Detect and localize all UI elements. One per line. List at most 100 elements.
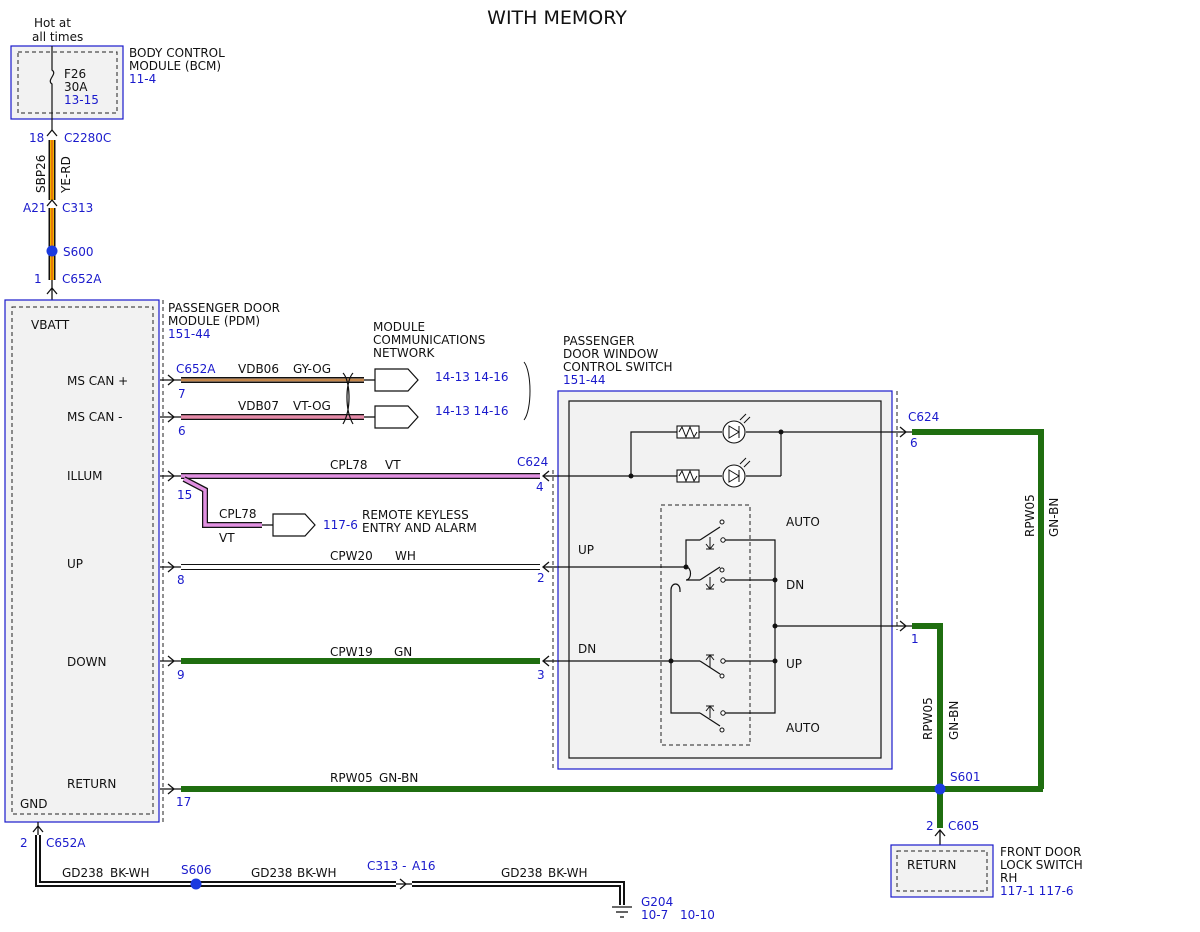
network-label-2: COMMUNICATIONS <box>373 333 485 347</box>
ground-seg1-color: BK-WH <box>110 866 150 880</box>
circuit-vdb07: VDB07 <box>238 399 279 413</box>
switch-pin-6: 6 <box>910 436 918 450</box>
ground-seg1-circuit: GD238 <box>62 866 103 880</box>
connector-c652a-top-label: C652A <box>62 272 102 286</box>
ground-seg3-color: BK-WH <box>548 866 588 880</box>
splice-s606-label: S606 <box>181 863 212 877</box>
fuse-ref: 13-15 <box>64 93 99 107</box>
fuse-id: F26 <box>64 67 86 81</box>
resistor-top-icon <box>676 425 700 439</box>
switch-pin-2: 2 <box>537 571 545 585</box>
network-plus-connector-icon <box>374 368 419 392</box>
switch-right-conn-label: C624 <box>908 410 939 424</box>
schematic-canvas: WITH MEMORY Hot at all times BODY CONTRO… <box>4 7 1083 922</box>
rke-color: VT <box>219 531 235 545</box>
pdm-pin-9: 9 <box>177 668 185 682</box>
pdm-ms-can-plus: MS CAN + <box>67 374 128 388</box>
network-minus-connector-icon <box>374 405 419 429</box>
network-minus-ref: 14-13 14-16 <box>435 404 509 418</box>
switch-dn-label: DN <box>578 642 596 656</box>
splice-s601 <box>934 783 946 795</box>
network-brace-icon <box>523 361 531 421</box>
connector-c313-symbol <box>46 198 58 207</box>
switch-name-3: CONTROL SWITCH <box>563 360 672 374</box>
ground-seg2-color: BK-WH <box>297 866 337 880</box>
fuse-rating: 30A <box>64 80 88 94</box>
color-gn-bn-inner: GN-BN <box>947 701 961 740</box>
ground-inline-pin: A16 <box>412 859 435 873</box>
pdm-ms-can-minus: MS CAN - <box>67 410 123 424</box>
color-gn-bn: GN-BN <box>379 771 418 785</box>
pdm-pin-1: 1 <box>34 272 42 286</box>
connector-c2280c-label: C2280C <box>64 131 111 145</box>
pdm-pin-15: 15 <box>177 488 192 502</box>
network-plus-ref: 14-13 14-16 <box>435 370 509 384</box>
bcm-pin-18: 18 <box>29 131 44 145</box>
rke-label-1: REMOTE KEYLESS <box>362 508 469 522</box>
ground-inline-conn: C313 - <box>367 859 406 873</box>
connector-c2280c-symbol <box>46 128 58 137</box>
lock-name-2: LOCK SWITCH <box>1000 858 1083 872</box>
rke-circuit: CPL78 <box>219 507 257 521</box>
connector-c605-label: C605 <box>948 819 979 833</box>
switch-auto-top-label: AUTO <box>786 515 820 529</box>
pdm-name-1: PASSENGER DOOR <box>168 301 280 315</box>
switch-up-label: UP <box>578 543 594 557</box>
splice-s606 <box>190 878 202 890</box>
switch-pin-3: 3 <box>537 668 545 682</box>
junction-illum <box>628 473 634 479</box>
pdm-gnd: GND <box>20 797 48 811</box>
ground-seg2-circuit: GD238 <box>251 866 292 880</box>
circuit-cpw19: CPW19 <box>330 645 373 659</box>
diagram-title: WITH MEMORY <box>487 7 627 29</box>
bcm-ref: 11-4 <box>129 72 156 86</box>
lock-ref: 117-1 117-6 <box>1000 884 1074 898</box>
color-wh: WH <box>395 549 416 563</box>
pdm-name-2: MODULE (PDM) <box>168 314 260 328</box>
circuit-vdb06: VDB06 <box>238 362 279 376</box>
ground-symbol-icon <box>612 906 632 918</box>
pdm-ref: 151-44 <box>168 327 211 341</box>
pin-a21: A21 <box>23 201 46 215</box>
lock-name-3: RH <box>1000 871 1017 885</box>
pdm-pin-7: 7 <box>178 387 186 401</box>
illum-switch-conn-label: C624 <box>517 455 548 469</box>
lock-pin-2: 2 <box>926 819 934 833</box>
bcm-name-1: BODY CONTROL <box>129 46 225 60</box>
color-gy-og: GY-OG <box>293 362 331 376</box>
rke-ref: 117-6 <box>323 518 358 532</box>
color-vt: VT <box>385 458 401 472</box>
network-connector-label: C652A <box>176 362 216 376</box>
junction-illum-right <box>778 429 784 435</box>
lock-name-1: FRONT DOOR <box>1000 845 1081 859</box>
splice-s601-label: S601 <box>950 770 981 784</box>
lock-return-label: RETURN <box>907 858 956 872</box>
splice-s600 <box>46 245 58 257</box>
color-gn-bn-outer: GN-BN <box>1047 498 1061 537</box>
ground-connector-label: C652A <box>46 836 86 850</box>
rke-label-2: ENTRY AND ALARM <box>362 521 477 535</box>
ground-pin-2: 2 <box>20 836 28 850</box>
ground-id: G204 <box>641 895 673 909</box>
pdm-pin-17: 17 <box>176 795 191 809</box>
wiring-diagram: WITH MEMORY Hot at all times BODY CONTRO… <box>0 0 1200 927</box>
pdm-pin-8: 8 <box>177 573 185 587</box>
circuit-rpw05-outer: RPW05 <box>1023 494 1037 537</box>
ground-seg3-circuit: GD238 <box>501 866 542 880</box>
network-label-3: NETWORK <box>373 346 436 360</box>
ground-ref-1: 10-7 <box>641 908 668 922</box>
hot-at-label-2: all times <box>32 30 83 44</box>
circuit-sbp26: SBP26 <box>34 155 48 193</box>
switch-ref: 151-44 <box>563 373 606 387</box>
pdm-down: DOWN <box>67 655 107 669</box>
color-gn: GN <box>394 645 412 659</box>
pdm-pin-6: 6 <box>178 424 186 438</box>
bcm-name-2: MODULE (BCM) <box>129 59 221 73</box>
pdm-up: UP <box>67 557 83 571</box>
switch-pin-4: 4 <box>536 480 544 494</box>
circuit-rpw05: RPW05 <box>330 771 373 785</box>
switch-pin-1: 1 <box>911 632 919 646</box>
switch-name-1: PASSENGER <box>563 334 635 348</box>
pdm-pin-arrows <box>167 374 176 795</box>
pdm-return: RETURN <box>67 777 116 791</box>
